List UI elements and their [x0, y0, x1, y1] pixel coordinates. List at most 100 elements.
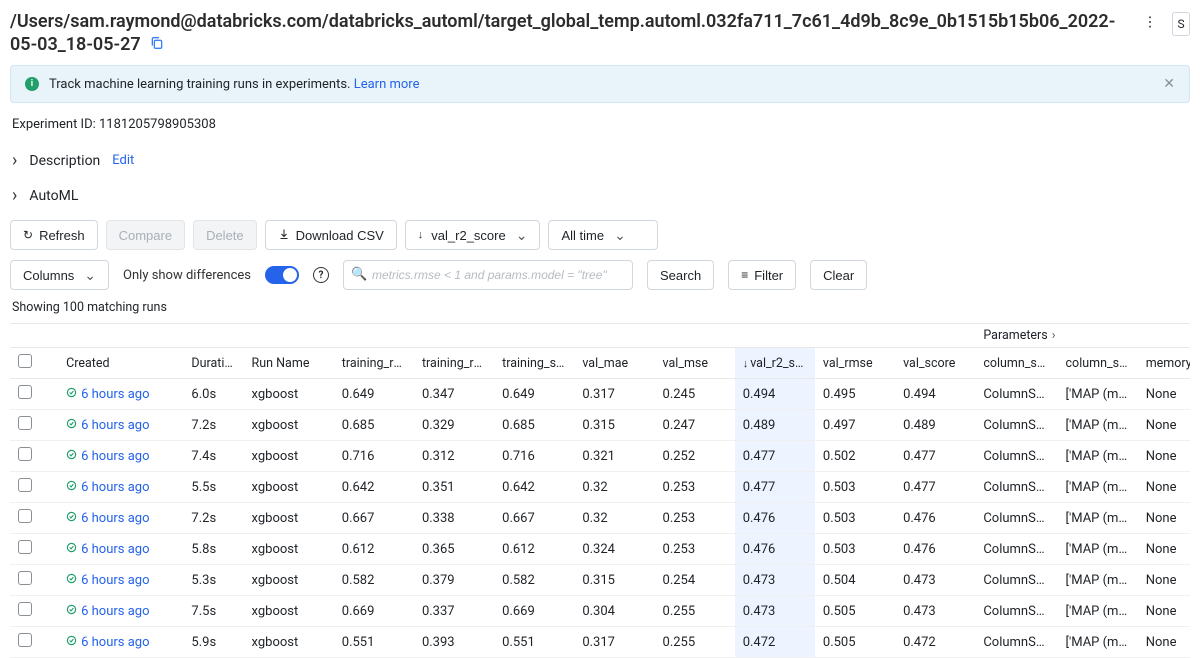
delete-button: Delete	[193, 220, 257, 250]
table-row[interactable]: 6 hours ago5.8sxgboost0.6120.3650.6120.3…	[10, 534, 1190, 565]
checkbox-icon[interactable]	[18, 540, 32, 554]
created-cell[interactable]: 6 hours ago	[58, 503, 183, 534]
side-toggle-button[interactable]: S	[1172, 12, 1190, 36]
runname-cell: xgboost	[244, 534, 334, 565]
created-cell[interactable]: 6 hours ago	[58, 410, 183, 441]
sort-desc-icon: ↓	[743, 357, 749, 370]
col-created[interactable]: Created	[58, 348, 183, 379]
cs1-cell: ColumnSel...	[975, 410, 1057, 441]
created-cell[interactable]: 6 hours ago	[58, 379, 183, 410]
table-row[interactable]: 6 hours ago7.2sxgboost0.6670.3380.6670.3…	[10, 503, 1190, 534]
mem-cell: None	[1138, 627, 1190, 658]
download-csv-button[interactable]: Download CSV	[265, 220, 397, 250]
checkbox-icon[interactable]	[18, 602, 32, 616]
created-cell[interactable]: 6 hours ago	[58, 565, 183, 596]
automl-section[interactable]: AutoML	[12, 185, 1190, 206]
tr-r2-cell: 0.669	[334, 596, 414, 627]
v-rmse-cell: 0.505	[815, 627, 895, 658]
created-cell[interactable]: 6 hours ago	[58, 596, 183, 627]
row-checkbox[interactable]	[10, 379, 58, 410]
row-checkbox[interactable]	[10, 596, 58, 627]
checkbox-icon[interactable]	[18, 385, 32, 399]
col-training-score[interactable]: training_score	[494, 348, 574, 379]
table-row[interactable]: 6 hours ago5.3sxgboost0.5820.3790.5820.3…	[10, 565, 1190, 596]
table-row[interactable]: 6 hours ago6.0sxgboost0.6490.3470.6490.3…	[10, 379, 1190, 410]
col-val-mae[interactable]: val_mae	[574, 348, 654, 379]
table-row[interactable]: 6 hours ago7.4sxgboost0.7160.3120.7160.3…	[10, 441, 1190, 472]
duration-cell: 7.2s	[183, 410, 243, 441]
col-val-rmse[interactable]: val_rmse	[815, 348, 895, 379]
search-input[interactable]	[343, 260, 633, 290]
col-column-select-2[interactable]: column_select	[1058, 348, 1138, 379]
help-icon[interactable]: ?	[313, 267, 329, 283]
row-checkbox[interactable]	[10, 534, 58, 565]
row-checkbox[interactable]	[10, 627, 58, 658]
description-section[interactable]: Description Edit	[12, 150, 1190, 171]
col-val-mse[interactable]: val_mse	[655, 348, 735, 379]
parameters-group-header[interactable]: Parameters›	[975, 324, 1190, 348]
checkbox-icon[interactable]	[18, 354, 32, 368]
runname-cell: xgboost	[244, 410, 334, 441]
columns-select[interactable]: Columns	[10, 260, 109, 290]
table-row[interactable]: 6 hours ago7.5sxgboost0.6690.3370.6690.3…	[10, 596, 1190, 627]
duration-cell: 6.0s	[183, 379, 243, 410]
created-cell[interactable]: 6 hours ago	[58, 627, 183, 658]
checkbox-icon[interactable]	[18, 571, 32, 585]
table-row[interactable]: 6 hours ago7.2sxgboost0.6850.3290.6850.3…	[10, 410, 1190, 441]
row-checkbox[interactable]	[10, 472, 58, 503]
edit-link[interactable]: Edit	[112, 153, 134, 168]
v-mae-cell: 0.304	[574, 596, 654, 627]
refresh-button[interactable]: Refresh	[10, 220, 98, 250]
info-banner: i Track machine learning training runs i…	[10, 65, 1190, 103]
v-r2-cell: 0.489	[735, 410, 815, 441]
check-icon	[66, 543, 77, 556]
row-checkbox[interactable]	[10, 565, 58, 596]
search-button[interactable]: Search	[647, 260, 714, 290]
created-cell[interactable]: 6 hours ago	[58, 534, 183, 565]
filter-button[interactable]: Filter	[728, 260, 796, 290]
v-mae-cell: 0.317	[574, 627, 654, 658]
table-row[interactable]: 6 hours ago5.9sxgboost0.5510.3930.5510.3…	[10, 627, 1190, 658]
checkbox-icon[interactable]	[18, 447, 32, 461]
learn-more-link[interactable]: Learn more	[354, 77, 420, 92]
time-filter-select[interactable]: All time	[548, 220, 658, 250]
col-column-select-1[interactable]: column_select	[975, 348, 1057, 379]
col-duration[interactable]: Duration	[183, 348, 243, 379]
col-val-score[interactable]: val_score	[895, 348, 975, 379]
kebab-menu-icon[interactable]	[1138, 10, 1162, 38]
col-runname[interactable]: Run Name	[244, 348, 334, 379]
created-cell[interactable]: 6 hours ago	[58, 441, 183, 472]
created-cell[interactable]: 6 hours ago	[58, 472, 183, 503]
sort-by-select[interactable]: ↓val_r2_score	[405, 220, 541, 250]
v-rmse-cell: 0.502	[815, 441, 895, 472]
col-training-rmse[interactable]: training_rmse	[414, 348, 494, 379]
checkbox-icon[interactable]	[18, 416, 32, 430]
col-val-r2[interactable]: ↓val_r2_score	[735, 348, 815, 379]
checkbox-icon[interactable]	[18, 478, 32, 492]
table-row[interactable]: 6 hours ago5.5sxgboost0.6420.3510.6420.3…	[10, 472, 1190, 503]
checkbox-header[interactable]	[10, 348, 58, 379]
tr-score-cell: 0.642	[494, 472, 574, 503]
checkbox-icon[interactable]	[18, 633, 32, 647]
row-checkbox[interactable]	[10, 410, 58, 441]
col-memory[interactable]: memory	[1138, 348, 1190, 379]
v-mae-cell: 0.32	[574, 472, 654, 503]
row-checkbox[interactable]	[10, 503, 58, 534]
row-checkbox[interactable]	[10, 441, 58, 472]
mem-cell: None	[1138, 472, 1190, 503]
copy-icon[interactable]	[149, 34, 165, 57]
show-diff-toggle[interactable]	[265, 266, 299, 284]
tr-rmse-cell: 0.347	[414, 379, 494, 410]
tr-score-cell: 0.551	[494, 627, 574, 658]
close-icon[interactable]: ✕	[1163, 76, 1175, 92]
tr-r2-cell: 0.551	[334, 627, 414, 658]
clear-button[interactable]: Clear	[810, 260, 867, 290]
checkbox-icon[interactable]	[18, 509, 32, 523]
mem-cell: None	[1138, 534, 1190, 565]
cs2-cell: ['MAP (mm...	[1058, 410, 1138, 441]
page-title: /Users/sam.raymond@databricks.com/databr…	[10, 10, 1138, 57]
col-training-r2[interactable]: training_r2_sc	[334, 348, 414, 379]
v-mse-cell: 0.245	[655, 379, 735, 410]
v-mae-cell: 0.32	[574, 503, 654, 534]
tr-r2-cell: 0.685	[334, 410, 414, 441]
